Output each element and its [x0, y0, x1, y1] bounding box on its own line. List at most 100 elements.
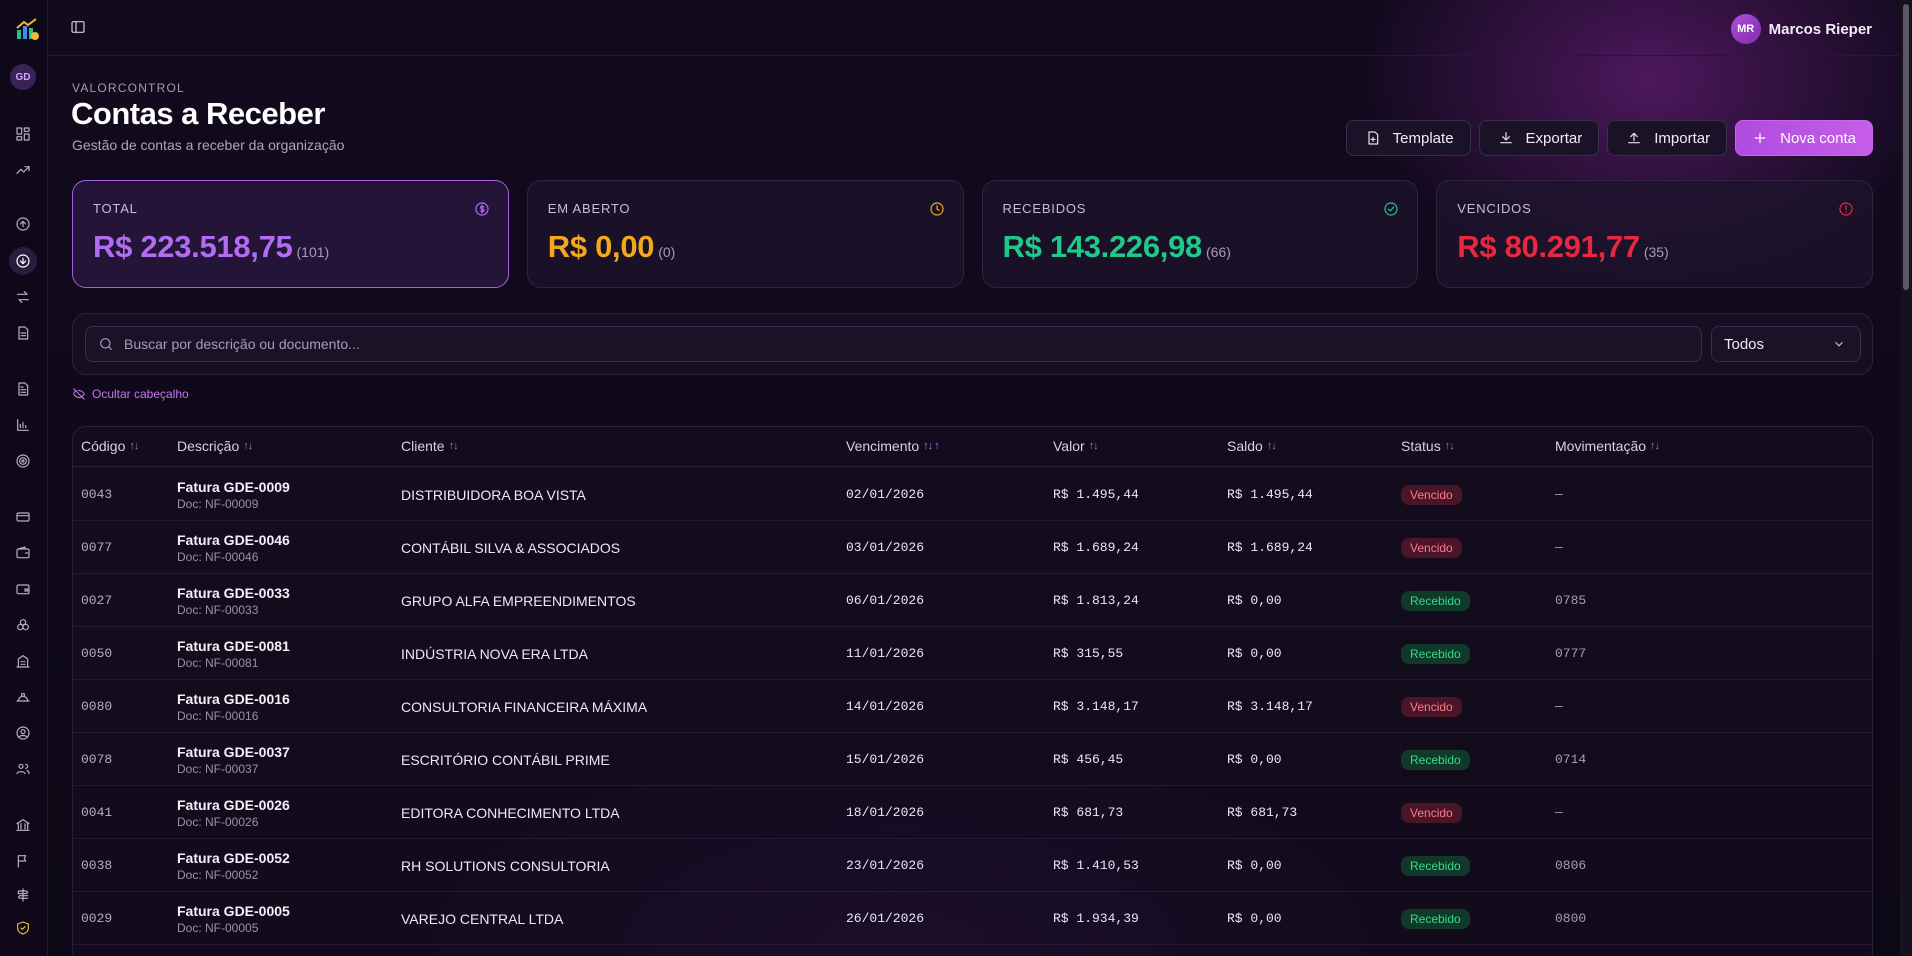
trending-up-icon[interactable] [12, 159, 34, 181]
export-button[interactable]: Exportar [1478, 120, 1600, 156]
row-value: R$ 1.410,53 [1053, 858, 1139, 873]
avatar[interactable]: MR [1730, 14, 1761, 44]
import-button[interactable]: Importar [1607, 120, 1728, 156]
bank-icon[interactable] [12, 814, 34, 836]
dashboard-icon[interactable] [12, 123, 34, 145]
stat-label: EM ABERTO [547, 201, 631, 216]
table-row[interactable]: 0077 Fatura GDE-0046 Doc: NF-00046 CONTÁBIL… [73, 521, 1872, 574]
page-scrollbar[interactable] [1900, 0, 1912, 956]
table-row[interactable]: 0043 Fatura GDE-0009 Doc: NF-00009 DISTRIBU… [73, 468, 1872, 521]
hard-hat-icon[interactable] [12, 686, 34, 708]
row-description: Fatura GDE-0005 [177, 902, 290, 919]
sidebar-toggle-icon[interactable] [70, 19, 88, 37]
target-icon[interactable] [12, 450, 34, 472]
layers-icon[interactable] [12, 614, 34, 636]
flag-icon[interactable] [12, 850, 34, 872]
table-row[interactable]: 0078 Fatura GDE-0037 Doc: NF-00037 ESCRITÓR… [73, 733, 1872, 786]
stat-count: (0) [658, 244, 676, 260]
row-movement[interactable]: — [1555, 805, 1563, 820]
table-row[interactable]: 0041 Fatura GDE-0026 Doc: NF-00026 EDITORA … [73, 786, 1872, 839]
table-row[interactable]: 0050 Fatura GDE-0081 Doc: NF-00081 INDÚSTRI… [73, 627, 1872, 680]
users-icon[interactable] [12, 758, 34, 780]
search-box[interactable] [85, 326, 1702, 362]
user-circle-icon[interactable] [12, 722, 34, 744]
stat-card-received[interactable]: RECEBIDOS R$ 143.226,98 (66) [981, 180, 1419, 288]
dollar-circle-icon [474, 201, 490, 217]
stat-value: R$ 143.226,98 (66) [1003, 229, 1231, 265]
row-document: Doc: NF-00026 [177, 814, 259, 829]
credit-card-icon[interactable] [12, 506, 34, 528]
row-value: R$ 1.934,39 [1053, 911, 1139, 926]
row-movement[interactable]: 0800 [1555, 911, 1586, 926]
template-button[interactable]: Template [1345, 120, 1471, 156]
row-description: Fatura GDE-0026 [177, 796, 290, 813]
row-code: 0043 [81, 487, 113, 502]
signpost-icon[interactable] [12, 884, 34, 906]
user-menu[interactable]: MR Marcos Rieper [1730, 14, 1872, 44]
status-filter-select[interactable]: Todos [1711, 326, 1861, 362]
org-avatar[interactable]: GD [10, 64, 36, 90]
building-icon[interactable] [12, 650, 34, 672]
receivables-table: Código ↑↓ Descrição ↑↓ Cliente ↑↓ Venciment… [72, 426, 1873, 956]
hide-header-toggle[interactable]: Ocultar cabeçalho [72, 387, 189, 401]
column-header-value[interactable]: Valor ↑↓ [1053, 438, 1099, 454]
sort-asc-icon: ↑↓ ↑ [923, 440, 940, 452]
column-header-balance[interactable]: Saldo ↑↓ [1227, 438, 1277, 454]
status-badge: Vencido [1401, 537, 1462, 558]
column-label: Status [1401, 438, 1441, 454]
column-header-status[interactable]: Status ↑↓ [1401, 438, 1455, 454]
column-header-movement[interactable]: Movimentação ↑↓ [1555, 438, 1660, 454]
table-row[interactable]: 0027 Fatura GDE-0033 Doc: NF-00033 GRUPO AL… [73, 574, 1872, 627]
page-title: Contas a Receber [71, 96, 325, 131]
new-account-button[interactable]: Nova conta [1735, 120, 1873, 156]
user-name[interactable]: Marcos Rieper [1769, 21, 1872, 38]
stat-card-total[interactable]: TOTAL R$ 223.518,75 (101) [72, 180, 509, 288]
bar-chart-icon[interactable] [12, 414, 34, 436]
stat-card-open[interactable]: EM ABERTO R$ 0,00 (0) [526, 180, 964, 288]
shield-icon[interactable] [12, 917, 34, 939]
document-icon[interactable] [12, 322, 34, 344]
row-movement[interactable]: 0777 [1555, 646, 1586, 661]
table-row[interactable]: 0029 Fatura GDE-0005 Doc: NF-00005 VAREJO C… [73, 892, 1872, 945]
row-due-date: 02/01/2026 [846, 487, 925, 502]
row-movement[interactable]: 0806 [1555, 858, 1586, 873]
stat-card-overdue[interactable]: VENCIDOS R$ 80.291,77 (35) [1436, 180, 1873, 288]
row-code: 0041 [81, 805, 113, 820]
file-text-icon[interactable] [12, 378, 34, 400]
row-code: 0080 [81, 699, 113, 714]
search-input[interactable] [124, 336, 1701, 352]
row-movement[interactable]: — [1555, 699, 1563, 714]
row-client: RH SOLUTIONS CONSULTORIA [401, 857, 610, 874]
app-logo-icon[interactable] [14, 16, 40, 42]
stat-value: R$ 80.291,77 (35) [1457, 229, 1668, 265]
column-header-code[interactable]: Código ↑↓ [81, 438, 139, 454]
arrow-up-circle-icon[interactable] [12, 213, 34, 235]
row-movement[interactable]: — [1555, 540, 1563, 555]
row-movement[interactable]: 0785 [1555, 593, 1586, 608]
row-movement[interactable]: 0714 [1555, 752, 1586, 767]
row-document: Doc: NF-00009 [177, 496, 259, 511]
table-row[interactable]: 0080 Fatura GDE-0016 Doc: NF-00016 CONSULTO… [73, 680, 1872, 733]
row-due-date: 26/01/2026 [846, 911, 925, 926]
wallet-icon[interactable] [12, 542, 34, 564]
column-header-client[interactable]: Cliente ↑↓ [401, 438, 459, 454]
table-row[interactable]: 0038 Fatura GDE-0052 Doc: NF-00052 RH SOLUT… [73, 839, 1872, 892]
row-balance: R$ 0,00 [1227, 752, 1282, 767]
row-due-date: 14/01/2026 [846, 699, 925, 714]
stat-count: (66) [1206, 244, 1231, 260]
column-header-description[interactable]: Descrição ↑↓ [177, 438, 253, 454]
row-due-date: 15/01/2026 [846, 752, 925, 767]
wallet-alt-icon[interactable] [12, 578, 34, 600]
scrollbar-thumb[interactable] [1903, 4, 1909, 290]
row-movement[interactable]: — [1555, 487, 1563, 502]
transfer-icon[interactable] [12, 286, 34, 308]
plus-icon [1754, 132, 1766, 144]
stat-value: R$ 0,00 (0) [548, 229, 676, 265]
column-header-due-date[interactable]: Vencimento ↑↓ ↑ [846, 438, 940, 454]
column-label: Movimentação [1555, 438, 1647, 454]
column-label: Valor [1053, 438, 1085, 454]
app-root: GD MR Marcos Rieper VALORCONTROL Contas … [0, 0, 1912, 956]
arrow-down-circle-icon[interactable] [9, 247, 37, 275]
column-label: Descrição [177, 438, 240, 454]
row-document: Doc: NF-00052 [177, 867, 259, 882]
